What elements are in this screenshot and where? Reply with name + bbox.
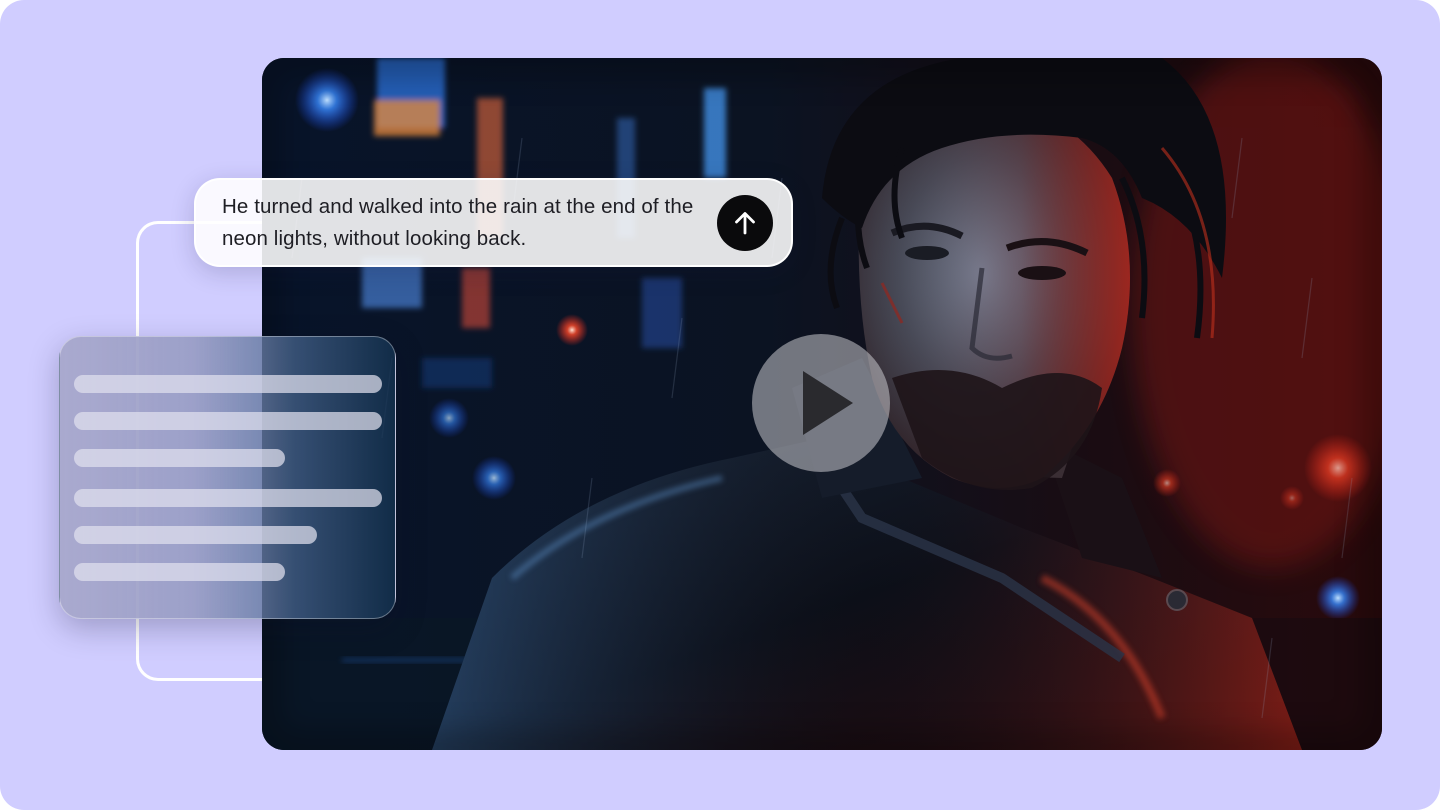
play-icon bbox=[803, 371, 853, 435]
canvas: He turned and walked into the rain at th… bbox=[0, 0, 1440, 810]
prompt-text: He turned and walked into the rain at th… bbox=[222, 194, 694, 250]
send-button[interactable] bbox=[717, 194, 773, 251]
document-line bbox=[74, 489, 382, 507]
video-player[interactable] bbox=[262, 58, 1382, 750]
document-line bbox=[74, 412, 382, 430]
document-line bbox=[74, 563, 285, 581]
prompt-bubble[interactable]: He turned and walked into the rain at th… bbox=[194, 178, 793, 267]
document-card bbox=[59, 336, 396, 619]
arrow-up-icon bbox=[735, 211, 755, 234]
document-line bbox=[74, 449, 285, 467]
document-line bbox=[74, 526, 317, 544]
play-button[interactable] bbox=[752, 334, 890, 472]
document-line bbox=[74, 375, 382, 393]
